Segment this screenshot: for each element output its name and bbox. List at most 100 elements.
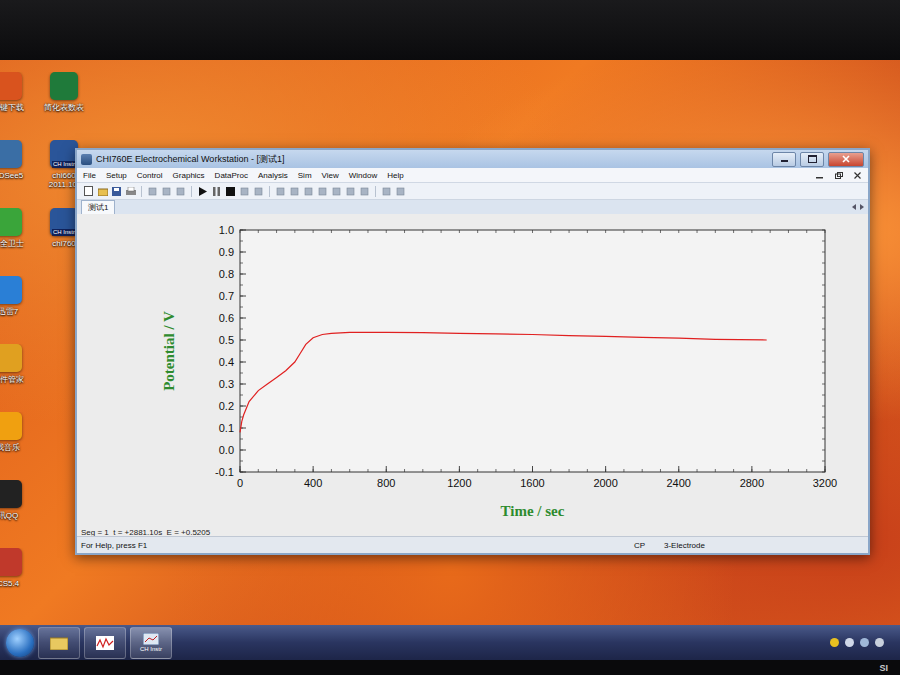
x-minor-tick	[441, 230, 442, 472]
toolbar-button[interactable]	[175, 186, 186, 197]
toolbar-button[interactable]	[97, 186, 108, 197]
window-title: CHI760E Electrochemical Workstation - [测…	[96, 153, 768, 166]
close-button[interactable]	[828, 152, 864, 167]
desktop-icon[interactable]: 安全卫士	[0, 208, 30, 276]
scroll-left-icon[interactable]	[852, 204, 856, 210]
x-minor-tick	[642, 230, 643, 472]
x-minor-tick	[660, 230, 661, 472]
toolbar-button[interactable]	[197, 186, 208, 197]
start-button[interactable]	[6, 629, 34, 657]
svg-text:0.2: 0.2	[219, 400, 234, 412]
y-minor-tick	[240, 417, 825, 418]
svg-text:0.0: 0.0	[219, 444, 234, 456]
tool-icon	[382, 187, 391, 196]
tool-icon	[346, 187, 355, 196]
child-minimize-button[interactable]	[815, 171, 824, 179]
desktop-icon[interactable]: 讯QQ	[0, 480, 30, 548]
status-mode: CP	[630, 541, 660, 550]
toolbar-separator	[375, 186, 376, 197]
taskbar-button[interactable]: CH Instr	[130, 627, 172, 659]
toolbar-separator	[141, 186, 142, 197]
toolbar-button[interactable]	[125, 186, 136, 197]
menu-item[interactable]: Setup	[106, 171, 127, 180]
desktop-icon[interactable]: 简化表数表	[36, 72, 92, 140]
toolbar-button[interactable]	[253, 186, 264, 197]
menu-item[interactable]: Analysis	[258, 171, 288, 180]
icon-badge: CH Instr	[52, 229, 76, 236]
toolbar-button[interactable]	[345, 186, 356, 197]
taskbar: CH Instr	[0, 625, 900, 660]
menu-item[interactable]: Control	[137, 171, 163, 180]
menu-item[interactable]: Graphics	[173, 171, 205, 180]
toolbar-button[interactable]	[331, 186, 342, 197]
chi-app-icon	[143, 633, 159, 645]
close-icon	[854, 172, 861, 179]
toolbar-button[interactable]	[111, 186, 122, 197]
desktop-icon[interactable]: 软件管家	[0, 344, 30, 412]
x-tick: 2800	[740, 466, 764, 489]
chi-window: CHI760E Electrochemical Workstation - [测…	[75, 148, 870, 555]
y-tick: 1.0	[219, 224, 246, 236]
x-minor-tick	[459, 230, 460, 472]
x-minor-tick	[532, 230, 533, 472]
desktop-icon[interactable]: CS5.4	[0, 548, 30, 616]
minimize-button[interactable]	[772, 152, 796, 167]
toolbar-button[interactable]	[395, 186, 406, 197]
svg-text:0: 0	[237, 477, 243, 489]
tray-icon[interactable]	[845, 638, 854, 647]
taskbar-button[interactable]	[38, 627, 80, 659]
x-minor-tick	[404, 230, 405, 472]
desktop-icon-label: CS5.4	[0, 579, 19, 588]
tray-icon[interactable]	[875, 638, 884, 647]
taskbar-button[interactable]	[84, 627, 126, 659]
svg-text:1600: 1600	[520, 477, 544, 489]
menu-item[interactable]: File	[83, 171, 96, 180]
toolbar-button[interactable]	[83, 186, 94, 197]
document-tab[interactable]: 测试1	[81, 200, 115, 214]
print-icon	[126, 187, 136, 196]
x-minor-tick	[495, 230, 496, 472]
desktop-icon[interactable]: 迅雷7	[0, 276, 30, 344]
toolbar-button[interactable]	[303, 186, 314, 197]
app-icon: CH Instr	[50, 140, 78, 168]
app-icon	[0, 548, 22, 576]
toolbar-button[interactable]	[359, 186, 370, 197]
toolbar-button[interactable]	[211, 186, 222, 197]
potential-line	[240, 332, 767, 432]
svg-text:2000: 2000	[593, 477, 617, 489]
y-tick: 0.6	[219, 312, 246, 324]
tab-scroll	[852, 204, 864, 210]
desktop-icon[interactable]: CDSee5	[0, 140, 30, 208]
tool-icon	[176, 187, 185, 196]
menu-item[interactable]: Help	[387, 171, 403, 180]
menu-item[interactable]: Sim	[298, 171, 312, 180]
toolbar-button[interactable]	[381, 186, 392, 197]
menu-item[interactable]: DataProc	[215, 171, 248, 180]
child-close-button[interactable]	[853, 171, 862, 179]
scroll-right-icon[interactable]	[860, 204, 864, 210]
y-minor-tick	[240, 263, 825, 264]
x-minor-tick	[550, 230, 551, 472]
tool-icon	[162, 187, 171, 196]
plot-area	[240, 230, 825, 472]
tray-icon[interactable]	[830, 638, 839, 647]
y-minor-tick	[240, 230, 825, 231]
maximize-button[interactable]	[800, 152, 824, 167]
y-minor-tick	[240, 318, 825, 319]
toolbar-button[interactable]	[275, 186, 286, 197]
child-restore-button[interactable]	[834, 171, 843, 179]
toolbar-button[interactable]	[317, 186, 328, 197]
toolbar-button[interactable]	[147, 186, 158, 197]
menu-item[interactable]: View	[322, 171, 339, 180]
toolbar-button[interactable]	[161, 186, 172, 197]
svg-text:2400: 2400	[667, 477, 691, 489]
desktop-icon[interactable]: 一键下载	[0, 72, 30, 140]
toolbar-button[interactable]	[225, 186, 236, 197]
minimize-icon	[781, 160, 788, 162]
tray-icon[interactable]	[860, 638, 869, 647]
toolbar-button[interactable]	[239, 186, 250, 197]
app-icon	[0, 140, 22, 168]
desktop-icon[interactable]: 我音乐	[0, 412, 30, 480]
toolbar-button[interactable]	[289, 186, 300, 197]
menu-item[interactable]: Window	[349, 171, 377, 180]
